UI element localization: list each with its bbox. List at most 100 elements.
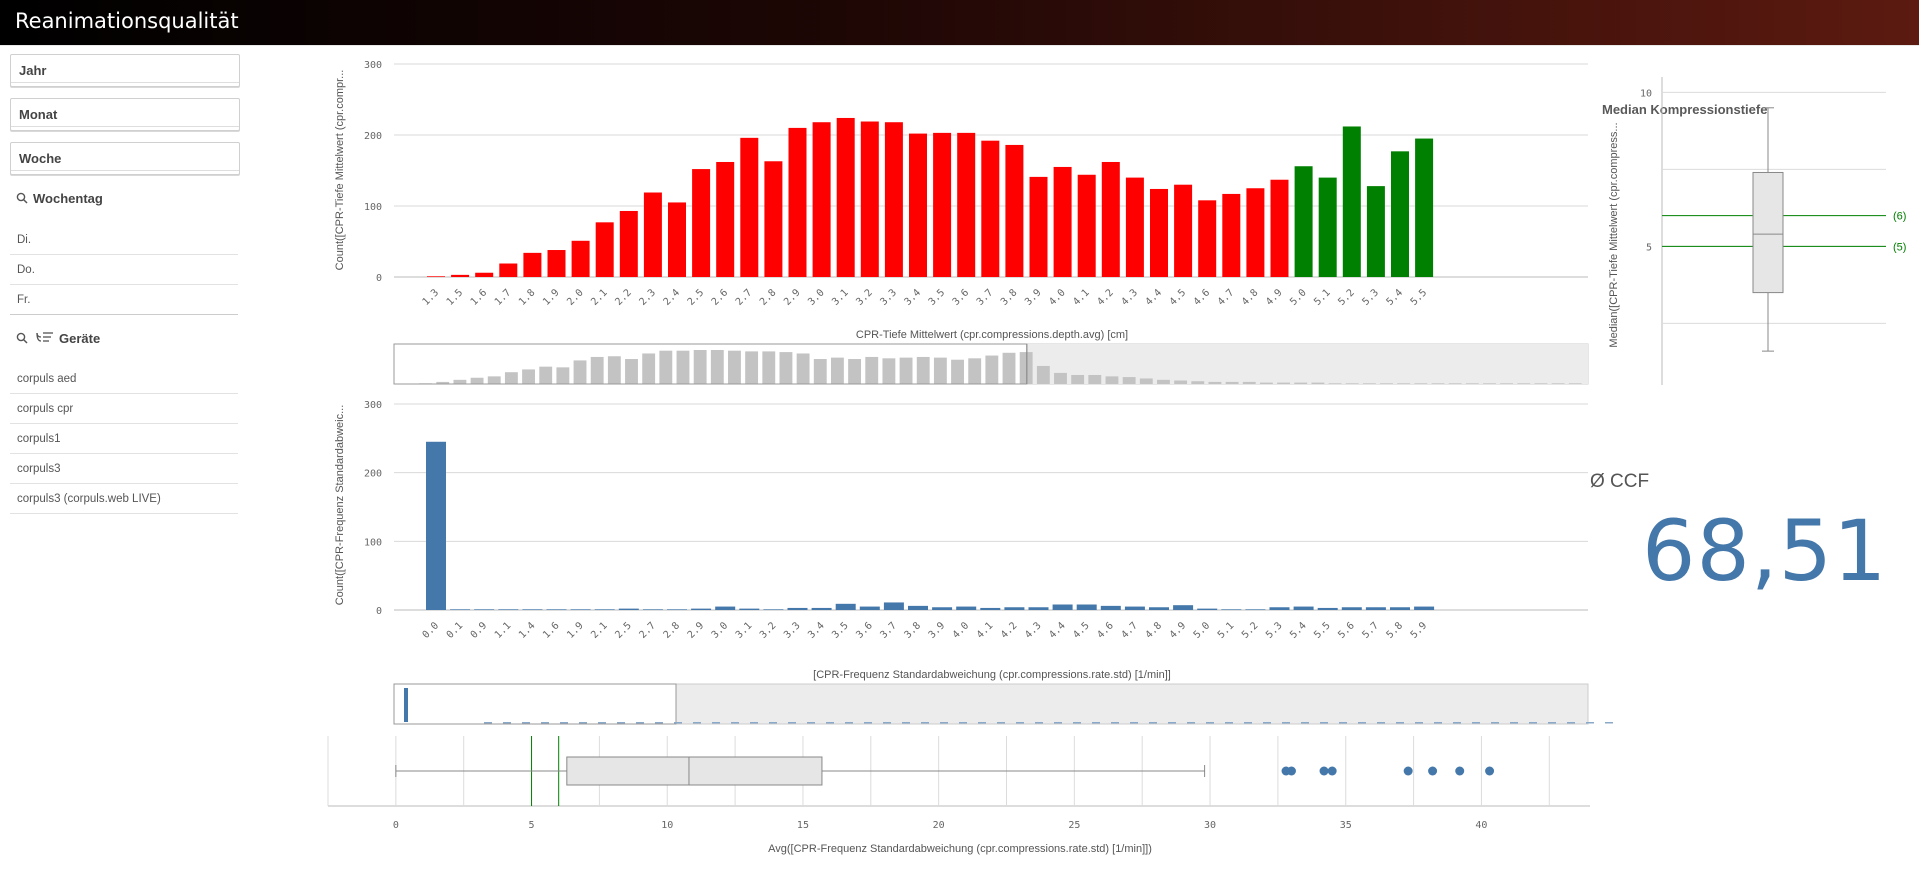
scrollbar-bar: [1277, 382, 1290, 384]
scrollbar-bar: [453, 379, 467, 384]
x-tick-label: 4.9: [1168, 620, 1189, 641]
scrollbar-bar: [1500, 383, 1514, 384]
scrollbar-bar: [560, 722, 568, 724]
chart-bar: [739, 608, 760, 610]
x-tick-label: 3.9: [927, 620, 948, 641]
chart-bar: [1342, 126, 1361, 277]
chart-bar: [909, 133, 927, 277]
box: [1752, 171, 1784, 294]
scrollbar-bar: [1225, 722, 1233, 724]
chart-bar: [1317, 607, 1338, 610]
scrollbar-bar: [1345, 383, 1359, 384]
chart-bar: [1415, 138, 1434, 277]
chart-bar: [692, 169, 711, 277]
scrollbar-bar: [1568, 383, 1582, 384]
scrollbar-bar: [985, 355, 999, 384]
chart-bar: [932, 607, 953, 610]
x-tick-label: 2.4: [662, 287, 683, 308]
scrollbar-bar: [1139, 378, 1153, 384]
y-tick-label: 5: [1646, 242, 1652, 253]
scrollbar-bar: [607, 356, 621, 384]
chart-bar: [1028, 607, 1049, 610]
y-tick-label: 300: [364, 60, 382, 71]
chart-bar: [1246, 188, 1265, 277]
x-tick-label: 3.7: [975, 287, 996, 308]
x-tick-label: 4.4: [1047, 620, 1068, 641]
scrollbar-bar: [1282, 722, 1290, 724]
scrollbar-bar: [1431, 383, 1445, 384]
scrollbar-bar: [728, 350, 741, 384]
scrollbar-bar: [1453, 722, 1461, 724]
reference-line-label: (5): [1893, 241, 1906, 253]
x-tick-label: 3.0: [806, 287, 827, 308]
x-tick-label: 2.2: [613, 287, 634, 308]
scrollbar-bar: [1294, 382, 1308, 384]
scrollbar-bar: [590, 356, 604, 384]
x-tick-label: 3.7: [878, 620, 899, 641]
scrollbar-bar: [1088, 374, 1102, 384]
chart-bar: [859, 606, 880, 610]
scrollbar-bar: [845, 722, 853, 724]
chart-bar: [546, 609, 567, 610]
x-axis-label: [CPR-Frequenz Standardabweichung (cpr.co…: [813, 669, 1171, 681]
scrollbar-bar: [470, 377, 484, 384]
x-tick-label: 4.3: [1119, 287, 1140, 308]
chart-bar: [475, 272, 494, 277]
chart-bar: [1125, 177, 1144, 277]
chart-bar: [474, 609, 495, 610]
y-tick-label: 0: [376, 606, 382, 617]
x-tick-label: 4.1: [1071, 287, 1092, 308]
chart-bar: [764, 161, 783, 277]
scrollbar-bar: [1259, 382, 1273, 384]
scrollbar-bar: [404, 688, 408, 722]
scrollbar-bar: [573, 360, 587, 384]
y-tick-label: 200: [364, 469, 382, 480]
x-tick-label: 5.4: [1385, 287, 1406, 308]
chart-bar: [1221, 609, 1242, 610]
scrollbar-bar: [1567, 722, 1575, 724]
chart-bar: [427, 276, 445, 277]
chart-bar: [1414, 606, 1435, 610]
x-tick-label: 3.9: [1023, 287, 1044, 308]
chart-bar: [1222, 193, 1241, 277]
chart-bar: [1100, 605, 1121, 610]
y-tick-label: 200: [364, 131, 382, 142]
x-tick-label: 2.3: [637, 287, 658, 308]
scrollbar-bar: [598, 722, 606, 724]
chart-bar: [884, 122, 903, 277]
chart-bar: [1005, 144, 1024, 277]
x-tick-label: 4.2: [999, 620, 1020, 641]
scrollbar-bar: [693, 350, 707, 384]
scrollbar-bar: [1149, 722, 1157, 724]
scrollbar-bar: [978, 722, 986, 724]
scrollbar-bar: [813, 359, 827, 384]
scrollbar-bar: [1168, 722, 1176, 724]
x-tick-label: 4.7: [1119, 620, 1140, 641]
x-tick-label: 5.3: [1360, 287, 1381, 308]
scrollbar-bar: [762, 351, 776, 384]
outlier-point: [1319, 766, 1329, 776]
scrollbar-bar: [745, 351, 759, 384]
x-tick-label: 3.2: [758, 620, 779, 641]
chart-bar: [668, 202, 686, 277]
scrollbar-bar: [712, 722, 720, 724]
scrollbar-bar: [710, 350, 724, 384]
scrollbar-bar: [1517, 383, 1531, 384]
scrollbar-bar: [1434, 722, 1442, 724]
chart-bar: [957, 132, 976, 277]
outlier-point: [1403, 766, 1413, 776]
scrollbar-bar: [1105, 376, 1119, 384]
chart-bar: [1124, 606, 1145, 610]
chart-bar: [1077, 174, 1096, 277]
chart-bar: [1366, 186, 1385, 277]
chart-bar: [571, 240, 590, 277]
scrollbar-bar: [617, 722, 625, 724]
scrollbar-bar: [1529, 722, 1537, 724]
scrollbar-bar: [1187, 722, 1195, 724]
x-tick-label: 30: [1204, 820, 1216, 831]
scrollbar-bar: [1551, 383, 1565, 384]
chart-bar: [980, 607, 1001, 610]
scrollbar-bar: [1035, 722, 1043, 724]
scrollbar-bar: [487, 376, 501, 384]
scrollbar-bar: [1174, 380, 1188, 384]
